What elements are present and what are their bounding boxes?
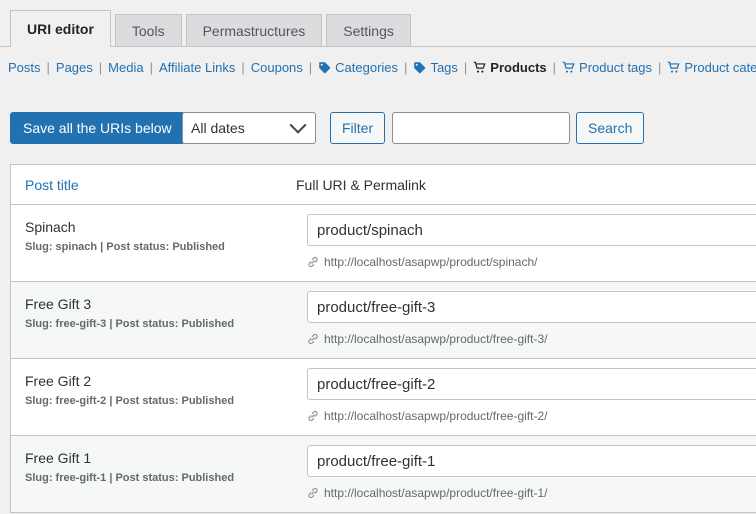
table-row: Spinach Slug: spinach | Post status: Publ… [11,205,756,282]
table-row: Free Gift 2 Slug: free-gift-2 | Post stat… [11,359,756,436]
subnav-link-categories[interactable]: Categories [318,60,398,75]
link-icon [307,487,319,499]
column-header-full-uri: Full URI & Permalink [296,176,426,193]
table-row: Free Gift 3 Slug: free-gift-3 | Post stat… [11,282,756,359]
cell-full-uri: http://localhost/asapwp/product/free-gif… [307,445,756,500]
cell-full-uri: http://localhost/asapwp/product/free-gif… [307,291,756,346]
subnav-link-products[interactable]: Products [473,60,547,75]
tab-divider [0,46,756,47]
cell-full-uri: http://localhost/asapwp/product/spinach/ [307,214,756,269]
table-toolbar: Save all the URIs below All dates Filter… [10,112,746,144]
uri-input[interactable] [307,214,756,246]
subnav-separator: | [552,60,557,75]
subnav-link-coupons[interactable]: Coupons [251,60,303,75]
uri-input[interactable] [307,291,756,323]
subnav-link-media[interactable]: Media [108,60,143,75]
subnav-separator: | [149,60,153,75]
link-icon [307,333,319,345]
permalink-row: http://localhost/asapwp/product/free-gif… [307,486,756,500]
cell-post-title: Free Gift 1 Slug: free-gift-1 | Post stat… [25,449,290,487]
post-title[interactable]: Free Gift 2 [25,372,290,390]
subnav-link-product-tags[interactable]: Product tags [562,60,652,75]
date-filter-value: All dates [191,120,245,136]
permalink-row: http://localhost/asapwp/product/free-gif… [307,332,756,346]
post-meta: Slug: spinach | Post status: Published [25,241,225,254]
subnav-separator: | [404,60,408,75]
cart-icon [667,61,680,74]
subnav-label: Tags [430,60,458,75]
subnav-separator: | [463,60,468,75]
post-title[interactable]: Free Gift 1 [25,449,290,467]
table-body: Spinach Slug: spinach | Post status: Publ… [11,205,756,513]
cell-full-uri: http://localhost/asapwp/product/free-gif… [307,368,756,423]
page-root: URI editor Tools Permastructures Settings P… [0,0,756,514]
subnav-link-affiliate-links[interactable]: Affiliate Links [159,60,235,75]
subnav-label: Media [108,60,144,75]
subnav-separator: | [241,60,245,75]
post-meta: Slug: free-gift-1 | Post status: Publish… [25,472,235,485]
subnav-separator: | [308,60,313,75]
subnav-label: Product tags [579,60,653,75]
uri-input[interactable] [307,368,756,400]
subnav-label: Pages [55,60,93,75]
cell-post-title: Free Gift 2 Slug: free-gift-2 | Post stat… [25,372,290,410]
cell-post-title: Free Gift 3 Slug: free-gift-3 | Post stat… [25,295,290,333]
table-row: Free Gift 1 Slug: free-gift-1 | Post stat… [11,436,756,513]
save-all-uris-button[interactable]: Save all the URIs below [10,112,185,144]
search-button[interactable]: Search [576,112,645,144]
subnav-separator: | [98,60,103,75]
tag-icon [413,61,426,74]
subnav-label: Product categories [684,60,756,75]
uri-editor-table: Post title Full URI & Permalink Spinach S… [10,164,756,513]
subnav-label: Affiliate Links [158,60,236,75]
tag-icon [318,61,331,74]
tab-tools[interactable]: Tools [114,14,182,47]
filter-button[interactable]: Filter [330,112,386,144]
subnav-separator: | [658,60,662,75]
link-icon [307,256,319,268]
post-title[interactable]: Free Gift 3 [25,295,290,313]
permalink-link[interactable]: http://localhost/asapwp/product/free-gif… [324,486,547,500]
tab-permastructures[interactable]: Permastructures [185,14,323,47]
permalink-link[interactable]: http://localhost/asapwp/product/free-gif… [324,332,547,346]
table-header-row: Post title Full URI & Permalink [11,165,756,205]
subnav-separator: | [46,60,50,75]
post-title[interactable]: Spinach [25,218,290,236]
subnav-link-posts[interactable]: Posts [8,60,41,75]
tab-settings[interactable]: Settings [326,14,411,47]
column-header-post-title[interactable]: Post title [25,177,79,193]
link-icon [307,410,319,422]
uri-input[interactable] [307,445,756,477]
search-input[interactable] [392,112,570,144]
nav-tab-wrapper: URI editor Tools Permastructures Settings [10,10,415,47]
subnav-link-pages[interactable]: Pages [56,60,93,75]
permalink-row: http://localhost/asapwp/product/free-gif… [307,409,756,423]
cart-icon [473,61,486,74]
subnav-link-tags[interactable]: Tags [413,60,458,75]
post-type-subnav: Posts | Pages | Media | Affiliate Links | Coupon… [8,60,756,75]
subnav-label: Products [490,60,547,75]
tab-uri-editor[interactable]: URI editor [10,10,111,47]
post-meta: Slug: free-gift-3 | Post status: Publish… [25,318,235,331]
post-meta: Slug: free-gift-2 | Post status: Publish… [25,395,235,408]
chevron-down-icon [289,116,307,134]
subnav-label: Coupons [250,60,303,75]
cell-post-title: Spinach Slug: spinach | Post status: Publ… [25,218,290,256]
subnav-link-product-categories[interactable]: Product categories [667,60,756,75]
permalink-link[interactable]: http://localhost/asapwp/product/spinach/ [324,255,537,269]
subnav-label: Posts [8,60,41,75]
permalink-link[interactable]: http://localhost/asapwp/product/free-gif… [324,409,547,423]
permalink-row: http://localhost/asapwp/product/spinach/ [307,255,756,269]
cart-icon [562,61,575,74]
subnav-label: Categories [335,60,399,75]
date-filter-select[interactable]: All dates [182,112,316,144]
